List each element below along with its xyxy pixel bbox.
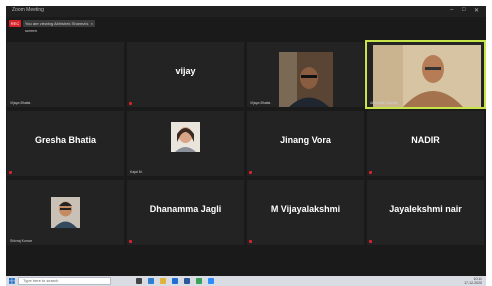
- windows-taskbar: Type here to search 10:11 17-12-2020: [6, 276, 486, 286]
- participant-tile[interactable]: Dhanamma Jagli: [127, 180, 244, 245]
- person-video-image: [279, 52, 333, 107]
- participant-name: NADIR: [411, 135, 440, 145]
- maximize-button[interactable]: □: [462, 7, 466, 13]
- muted-mic-icon: [9, 171, 12, 174]
- participant-name: vijay: [175, 66, 196, 76]
- search-placeholder: Type here to search: [23, 278, 59, 283]
- muted-mic-icon: [129, 240, 132, 243]
- muted-mic-icon: [129, 102, 132, 105]
- participant-name: M Vijayalakshmi: [270, 204, 341, 214]
- title-bar: Zoom Meeting – □ ✕: [6, 6, 486, 17]
- participant-tile[interactable]: Kajal M.: [127, 111, 244, 176]
- participant-name: Dhanamma Jagli: [149, 204, 222, 214]
- participant-tile[interactable]: Jinang Vora: [247, 111, 364, 176]
- participant-tile[interactable]: Shivraj Kumar: [7, 180, 124, 245]
- muted-mic-icon: [369, 240, 372, 243]
- participant-grid: Vijaya Bhatia vijay Vijaya Bhatia Abhish…: [7, 40, 486, 246]
- close-icon[interactable]: ×: [91, 20, 93, 27]
- participant-video: [279, 52, 333, 107]
- window-title: Zoom Meeting: [12, 7, 44, 13]
- zoom-app-icon[interactable]: [208, 278, 214, 284]
- participant-avatar: [171, 122, 200, 152]
- file-explorer-icon[interactable]: [160, 278, 166, 284]
- avatar-photo: [171, 122, 200, 152]
- close-button[interactable]: ✕: [474, 7, 479, 14]
- participant-tile[interactable]: Vijaya Bhatia: [7, 42, 124, 107]
- participant-tile[interactable]: vijay: [127, 42, 244, 107]
- participant-caption: Vijaya Bhatia: [10, 101, 31, 105]
- participant-caption: Abhishek Sharma: [370, 101, 398, 105]
- muted-mic-icon: [249, 171, 252, 174]
- participant-name: Jayalekshmi nair: [389, 204, 462, 214]
- participant-avatar: [51, 197, 80, 228]
- person-video-image: [373, 45, 481, 107]
- participant-name: Gresha Bhatia: [34, 135, 97, 145]
- participant-tile[interactable]: NADIR: [367, 111, 484, 176]
- view-options-label: You are viewing Abhishek Sharma's screen: [25, 21, 89, 33]
- muted-mic-icon: [369, 171, 372, 174]
- participant-tile[interactable]: M Vijayalakshmi: [247, 180, 364, 245]
- taskbar-app-icons: [136, 278, 214, 284]
- recording-badge[interactable]: REC: [9, 20, 21, 27]
- view-options-tab[interactable]: You are viewing Abhishek Sharma's screen…: [23, 20, 95, 33]
- avatar-photo: [51, 197, 80, 228]
- participant-tile[interactable]: Vijaya Bhatia: [247, 42, 364, 107]
- muted-mic-icon: [249, 240, 252, 243]
- edge-icon[interactable]: [148, 278, 154, 284]
- participant-caption: Shivraj Kumar: [10, 239, 32, 243]
- participant-caption: Vijaya Bhatia: [250, 101, 271, 105]
- windows-start-icon[interactable]: [9, 278, 15, 284]
- participant-tile[interactable]: Jayalekshmi nair: [367, 180, 484, 245]
- chrome-icon[interactable]: [196, 278, 202, 284]
- participant-video: [373, 45, 481, 107]
- minimize-button[interactable]: –: [450, 7, 453, 13]
- tray-date: 17-12-2020: [464, 281, 482, 285]
- task-view-icon[interactable]: [136, 278, 142, 284]
- store-icon[interactable]: [172, 278, 178, 284]
- participant-name: Jinang Vora: [280, 135, 331, 145]
- word-icon[interactable]: [184, 278, 190, 284]
- participant-caption: Kajal M.: [130, 170, 143, 174]
- participant-tile[interactable]: Gresha Bhatia: [7, 111, 124, 176]
- participant-tile-active[interactable]: Abhishek Sharma: [365, 40, 486, 109]
